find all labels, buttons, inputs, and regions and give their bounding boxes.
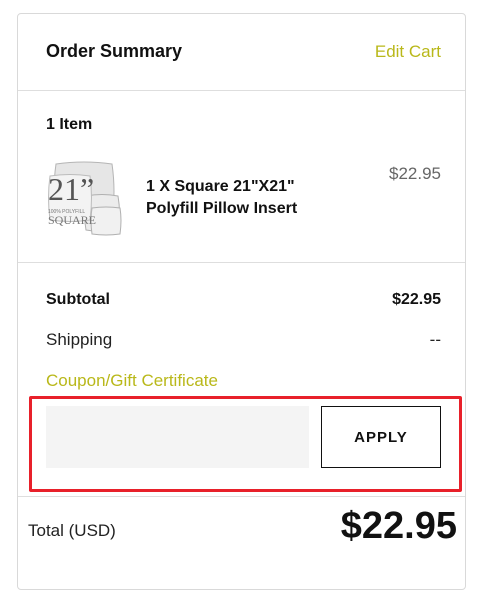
shipping-value: -- <box>429 330 441 349</box>
shipping-label: Shipping <box>46 330 113 349</box>
thumb-shape-text: SQUARE <box>48 213 96 227</box>
subtotal-label: Subtotal <box>46 291 110 308</box>
coupon-input[interactable] <box>46 406 309 468</box>
item-name[interactable]: 1 X Square 21"X21" Polyfill Pillow Inser… <box>146 176 336 220</box>
subtotal-value: $22.95 <box>392 291 441 308</box>
apply-coupon-button[interactable]: APPLY <box>321 406 441 468</box>
product-thumbnail: 21” 100% POLYFILL SQUARE <box>46 158 122 238</box>
totals-section: Subtotal $22.95 Shipping -- Coupon/Gift … <box>18 263 465 497</box>
coupon-label[interactable]: Coupon/Gift Certificate <box>46 371 218 391</box>
total-value: $22.95 <box>340 505 457 547</box>
thumb-size-text: 21” <box>48 171 94 207</box>
edit-cart-link[interactable]: Edit Cart <box>375 42 441 62</box>
total-label: Total (USD) <box>28 521 116 540</box>
order-summary-header: Order Summary Edit Cart <box>18 14 465 91</box>
order-summary-title: Order Summary <box>46 41 183 61</box>
cart-items-section: 1 Item 21” 100% POLYFILL SQUARE 1 X Squa… <box>18 91 465 263</box>
item-count: 1 Item <box>46 116 93 133</box>
pillow-image-icon: 21” 100% POLYFILL SQUARE <box>48 161 122 236</box>
item-price: $22.95 <box>389 164 441 183</box>
order-summary-card: Order Summary Edit Cart 1 Item 21” 100% … <box>17 13 466 590</box>
